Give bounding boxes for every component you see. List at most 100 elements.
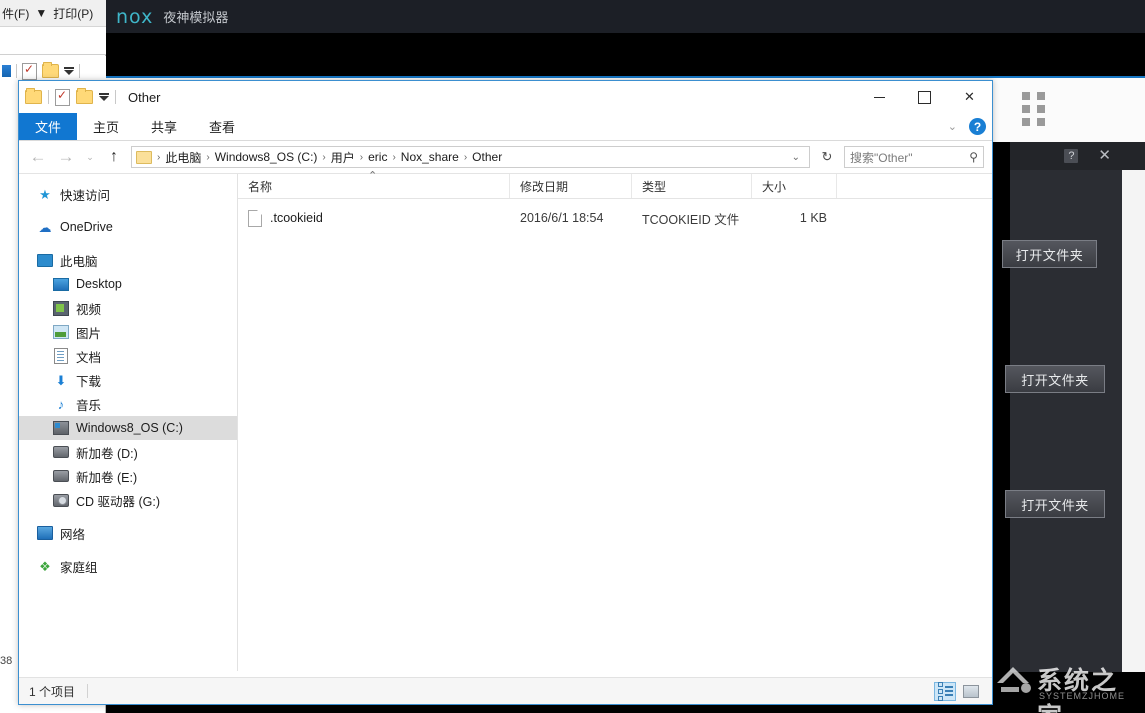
details-view-icon[interactable]	[934, 681, 956, 701]
breadcrumb-c-drive[interactable]: Windows8_OS (C:)	[212, 150, 321, 164]
help-icon[interactable]: ?	[1064, 149, 1079, 163]
checklist-doc-icon[interactable]	[22, 62, 37, 80]
sidebar-item-network[interactable]: 网络	[19, 521, 237, 545]
blue-square-icon[interactable]	[2, 65, 11, 77]
dropdown-arrow-icon[interactable]	[64, 67, 74, 75]
open-folder-button-3[interactable]: 打开文件夹	[1005, 490, 1105, 518]
sidebar-item-downloads[interactable]: ⬇ 下载	[19, 368, 237, 392]
screen-root: nox 夜神模拟器 ? ✕ 打开文件夹 打开文件夹 打开文件夹 件(F) ▼ 打…	[0, 0, 1145, 713]
checklist-doc-icon[interactable]	[55, 88, 70, 106]
chevron-down-icon[interactable]: ⌄	[787, 152, 805, 163]
sidebar-item-label: Desktop	[76, 277, 122, 291]
folder-icon[interactable]	[25, 88, 42, 104]
sidebar-item-label: 下载	[76, 374, 102, 389]
dropdown-arrow-icon[interactable]	[99, 93, 109, 101]
breadcrumb-eric[interactable]: eric	[365, 150, 390, 164]
sidebar-item-label: 此电脑	[60, 254, 98, 269]
sidebar-item-homegroup[interactable]: ❖ 家庭组	[19, 554, 237, 578]
breadcrumb-this-pc[interactable]: 此电脑	[162, 149, 204, 166]
breadcrumb-users[interactable]: 用户	[328, 149, 358, 166]
sidebar-item-videos[interactable]: 视频	[19, 296, 237, 320]
sidebar-item-this-pc[interactable]: 此电脑	[19, 248, 237, 272]
dark-app-panel-titlebar: ? ✕	[1010, 142, 1145, 170]
ribbon-right-controls: ⌄ ?	[948, 113, 986, 140]
sidebar-item-pictures[interactable]: 图片	[19, 320, 237, 344]
sidebar-item-volume-d[interactable]: 新加卷 (D:)	[19, 440, 237, 464]
column-header-type[interactable]: 类型	[632, 174, 752, 198]
sidebar-item-label: 快速访问	[60, 188, 111, 203]
file-name-cell[interactable]: .tcookieid	[238, 207, 510, 229]
breadcrumb-separator: ›	[322, 151, 326, 163]
refresh-icon[interactable]: ↻	[816, 146, 838, 168]
breadcrumb-separator: ›	[206, 151, 210, 163]
chevron-down-icon[interactable]: ⌄	[948, 120, 957, 133]
homegroup-icon: ❖	[39, 558, 51, 574]
breadcrumb-separator: ›	[157, 151, 161, 163]
column-header-size[interactable]: 大小	[752, 174, 837, 198]
bg-menu-item-print[interactable]: 打印(P)	[53, 5, 93, 22]
column-header-name[interactable]: 名称 ⌃	[238, 170, 510, 198]
app-drawer-dots-icon[interactable]	[1022, 92, 1046, 127]
sidebar-item-windows8-os-c[interactable]: Windows8_OS (C:)	[19, 416, 237, 440]
open-folder-button-1[interactable]: 打开文件夹	[1002, 240, 1097, 268]
column-header-date[interactable]: 修改日期	[510, 174, 632, 198]
cloud-icon: ☁	[38, 219, 52, 235]
documents-icon	[53, 348, 69, 364]
breadcrumb-other[interactable]: Other	[469, 150, 505, 164]
breadcrumb-separator: ›	[463, 151, 468, 163]
recent-locations-icon[interactable]: ⌄	[83, 152, 97, 163]
bg-menu-item-file[interactable]: 件(F)	[2, 5, 29, 22]
sort-ascending-icon: ⌃	[368, 170, 378, 182]
sidebar-item-volume-e[interactable]: 新加卷 (E:)	[19, 464, 237, 488]
minimize-button[interactable]	[857, 81, 902, 113]
background-window-body	[0, 27, 106, 55]
nox-logo-icon: nox	[116, 5, 154, 28]
search-icon[interactable]: ⚲	[969, 150, 978, 164]
new-folder-icon[interactable]	[76, 88, 93, 104]
address-bar[interactable]: › 此电脑 › Windows8_OS (C:) › 用户 › eric › N…	[131, 146, 810, 168]
explorer-titlebar[interactable]: Other ✕	[19, 81, 992, 113]
sidebar-item-onedrive[interactable]: ☁ OneDrive	[19, 215, 237, 239]
forward-button[interactable]: →	[55, 146, 77, 168]
close-button[interactable]: ✕	[947, 81, 992, 113]
tab-share[interactable]: 共享	[135, 113, 193, 140]
ribbon-tab-bar: 文件 主页 共享 查看 ⌄ ?	[19, 113, 992, 141]
close-icon[interactable]: ✕	[1098, 148, 1111, 163]
navigation-pane: ★ 快速访问 ☁ OneDrive 此电脑 Desktop 视频 图片 文档 ⬇…	[19, 174, 238, 671]
sidebar-item-label: CD 驱动器 (G:)	[76, 494, 161, 509]
sidebar-item-label: 文档	[76, 350, 102, 365]
sidebar-item-cd-drive-g[interactable]: CD 驱动器 (G:)	[19, 488, 237, 512]
tab-view[interactable]: 查看	[193, 113, 251, 140]
sidebar-item-label: OneDrive	[60, 220, 113, 234]
sidebar-item-music[interactable]: ♪ 音乐	[19, 392, 237, 416]
window-controls: ✕	[857, 81, 992, 113]
file-date-cell: 2016/6/1 18:54	[520, 211, 604, 225]
sidebar-item-documents[interactable]: 文档	[19, 344, 237, 368]
back-button[interactable]: ←	[27, 146, 49, 168]
tab-file[interactable]: 文件	[19, 113, 78, 140]
drive-icon	[53, 468, 69, 484]
file-list-pane[interactable]: 名称 ⌃ 修改日期 类型 大小 .tcookieid 2016/6/1 18:5…	[238, 170, 992, 671]
table-row[interactable]: .tcookieid 2016/6/1 18:54 TCOOKIEID 文件 1…	[238, 207, 992, 229]
folder-icon[interactable]	[42, 62, 59, 78]
breadcrumb-nox-share[interactable]: Nox_share	[398, 150, 462, 164]
file-name-label: .tcookieid	[270, 211, 323, 225]
qat-divider	[48, 90, 49, 104]
up-button[interactable]: ↑	[103, 148, 125, 166]
bg-menu-dropdown-icon[interactable]: ▼	[35, 6, 47, 20]
sidebar-item-label: 视频	[76, 302, 102, 317]
tab-home[interactable]: 主页	[77, 113, 135, 140]
file-explorer-window: Other ✕ 文件 主页 共享 查看 ⌄ ? ← → ⌄ ↑	[18, 80, 993, 705]
file-type-cell: TCOOKIEID 文件	[642, 212, 740, 227]
status-divider	[87, 684, 89, 698]
sidebar-item-quick-access[interactable]: ★ 快速访问	[19, 182, 237, 206]
help-icon[interactable]: ?	[969, 118, 986, 135]
open-folder-button-2[interactable]: 打开文件夹	[1005, 365, 1105, 393]
search-input[interactable]: 搜索"Other" ⚲	[844, 146, 984, 168]
sidebar-item-desktop[interactable]: Desktop	[19, 272, 237, 296]
maximize-button[interactable]	[902, 81, 947, 113]
star-icon: ★	[39, 186, 51, 202]
thumbnail-view-icon[interactable]	[960, 682, 982, 701]
edge-fragment-label: 38	[0, 655, 13, 667]
navigation-bar: ← → ⌄ ↑ › 此电脑 › Windows8_OS (C:) › 用户 › …	[19, 141, 992, 173]
